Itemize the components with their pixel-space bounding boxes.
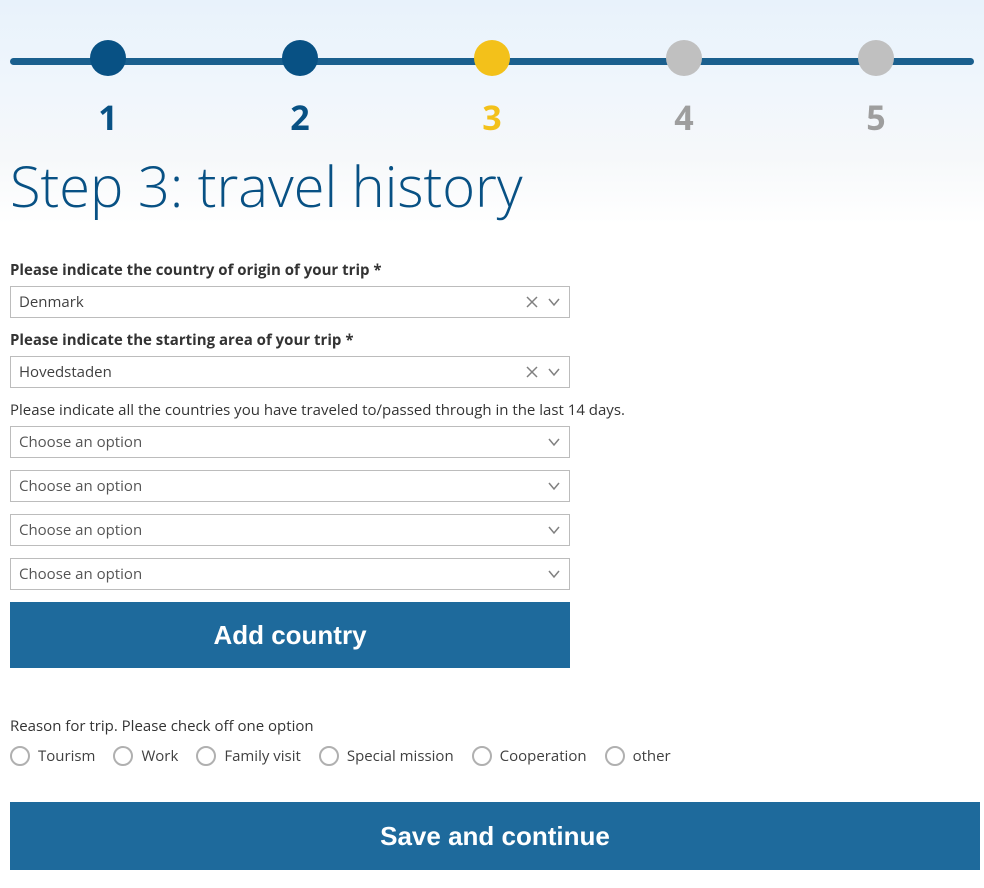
add-country-button[interactable]: Add country — [10, 602, 570, 668]
step-dot-icon — [666, 40, 702, 76]
hero-section: 1 2 3 4 5 Step 3: travel history — [0, 0, 984, 224]
radio-label: Tourism — [38, 746, 95, 766]
radio-tourism[interactable]: Tourism — [10, 746, 95, 766]
radio-label: Family visit — [224, 746, 301, 766]
radio-special-mission[interactable]: Special mission — [319, 746, 454, 766]
country-slot-1[interactable] — [10, 426, 570, 458]
radio-work[interactable]: Work — [113, 746, 178, 766]
chevron-down-icon[interactable] — [544, 432, 564, 452]
starting-area-label: Please indicate the starting area of you… — [10, 330, 974, 350]
select-icons — [544, 514, 564, 546]
chevron-down-icon[interactable] — [544, 564, 564, 584]
origin-country-field: Please indicate the country of origin of… — [10, 260, 974, 318]
country-slot-3[interactable] — [10, 514, 570, 546]
form-area: Please indicate the country of origin of… — [0, 224, 984, 880]
radio-icon[interactable] — [319, 746, 339, 766]
select-icons — [544, 470, 564, 502]
starting-area-input[interactable] — [10, 356, 570, 388]
reason-label: Reason for trip. Please check off one op… — [10, 716, 974, 736]
origin-country-input[interactable] — [10, 286, 570, 318]
step-number: 1 — [98, 94, 117, 140]
country-slot-input[interactable] — [10, 558, 570, 590]
starting-area-select[interactable] — [10, 356, 570, 388]
select-icons — [544, 558, 564, 590]
travel-14days-label: Please indicate all the countries you ha… — [10, 400, 974, 420]
reason-radios: Tourism Work Family visit Special missio… — [10, 746, 974, 766]
stepper: 1 2 3 4 5 — [10, 40, 974, 140]
clear-icon[interactable] — [522, 362, 542, 382]
radio-icon[interactable] — [196, 746, 216, 766]
starting-area-field: Please indicate the starting area of you… — [10, 330, 974, 388]
radio-other[interactable]: other — [605, 746, 671, 766]
country-slot-input[interactable] — [10, 514, 570, 546]
radio-icon[interactable] — [472, 746, 492, 766]
radio-label: Special mission — [347, 746, 454, 766]
clear-icon[interactable] — [522, 292, 542, 312]
chevron-down-icon[interactable] — [544, 476, 564, 496]
country-list — [10, 426, 974, 590]
radio-family-visit[interactable]: Family visit — [196, 746, 301, 766]
select-icons — [544, 426, 564, 458]
radio-cooperation[interactable]: Cooperation — [472, 746, 587, 766]
radio-icon[interactable] — [10, 746, 30, 766]
radio-label: Work — [141, 746, 178, 766]
step-2[interactable]: 2 — [282, 40, 318, 140]
select-icons — [522, 286, 564, 318]
step-dot-icon — [858, 40, 894, 76]
origin-country-label: Please indicate the country of origin of… — [10, 260, 974, 280]
country-slot-input[interactable] — [10, 470, 570, 502]
chevron-down-icon[interactable] — [544, 292, 564, 312]
step-number: 3 — [482, 94, 501, 140]
step-dot-icon — [90, 40, 126, 76]
chevron-down-icon[interactable] — [544, 362, 564, 382]
country-slot-4[interactable] — [10, 558, 570, 590]
radio-label: other — [633, 746, 671, 766]
stepper-dots: 1 2 3 4 5 — [10, 40, 974, 140]
chevron-down-icon[interactable] — [544, 520, 564, 540]
step-3[interactable]: 3 — [474, 40, 510, 140]
step-5[interactable]: 5 — [858, 40, 894, 140]
save-continue-button[interactable]: Save and continue — [10, 802, 980, 870]
radio-icon[interactable] — [605, 746, 625, 766]
origin-country-select[interactable] — [10, 286, 570, 318]
step-number: 4 — [674, 94, 693, 140]
radio-icon[interactable] — [113, 746, 133, 766]
step-dot-icon — [282, 40, 318, 76]
country-slot-input[interactable] — [10, 426, 570, 458]
step-4[interactable]: 4 — [666, 40, 702, 140]
step-dot-icon — [474, 40, 510, 76]
travel-14days-field: Please indicate all the countries you ha… — [10, 400, 974, 668]
radio-label: Cooperation — [500, 746, 587, 766]
reason-section: Reason for trip. Please check off one op… — [10, 716, 974, 766]
select-icons — [522, 356, 564, 388]
step-number: 2 — [290, 94, 309, 140]
step-number: 5 — [866, 94, 885, 140]
page-title: Step 3: travel history — [10, 148, 523, 224]
country-slot-2[interactable] — [10, 470, 570, 502]
step-1[interactable]: 1 — [90, 40, 126, 140]
